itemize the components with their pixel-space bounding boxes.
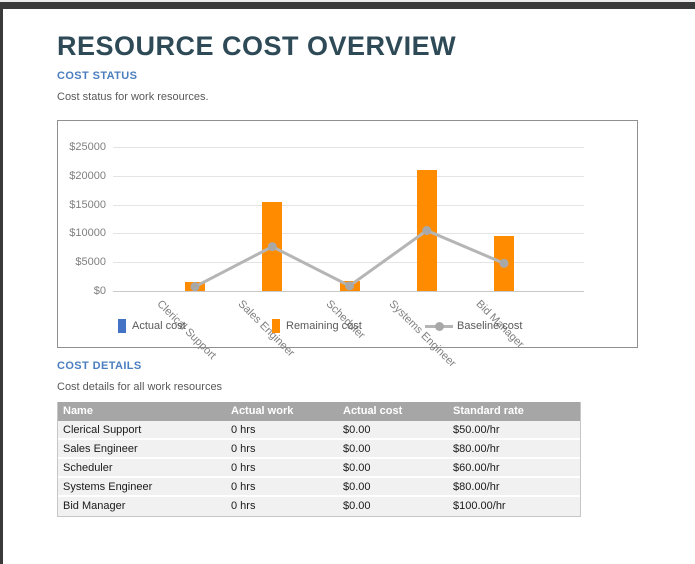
column-header: Actual work xyxy=(226,402,338,421)
cost-details-heading: COST DETAILS xyxy=(57,360,142,372)
baseline-cost-line-swatch-icon xyxy=(425,319,453,333)
table-cell: Scheduler xyxy=(58,459,226,476)
line-marker xyxy=(191,282,200,291)
line-marker xyxy=(422,226,431,235)
line-marker xyxy=(500,259,509,268)
table-cell: $0.00 xyxy=(338,497,448,516)
table-cell: 0 hrs xyxy=(226,478,338,495)
table-cell: Sales Engineer xyxy=(58,440,226,457)
table-cell: $0.00 xyxy=(338,440,448,457)
line-marker xyxy=(268,242,277,251)
table-cell: $60.00/hr xyxy=(448,459,580,476)
table-row: Sales Engineer0 hrs$0.00$80.00/hr xyxy=(58,440,580,459)
table-cell: Bid Manager xyxy=(58,497,226,516)
remaining-cost-swatch-icon xyxy=(272,319,280,333)
cost-details-table[interactable]: NameActual workActual costStandard rateC… xyxy=(57,402,581,517)
actual-cost-swatch-icon xyxy=(118,319,126,333)
chart-plot-area: $0$5000$10000$15000$20000$25000Clerical … xyxy=(58,121,637,347)
table-cell: 0 hrs xyxy=(226,421,338,438)
legend-item-actual-cost: Actual cost xyxy=(118,319,186,333)
table-cell: 0 hrs xyxy=(226,440,338,457)
column-header: Name xyxy=(58,402,226,421)
table-row: Systems Engineer0 hrs$0.00$80.00/hr xyxy=(58,478,580,497)
cost-details-description: Cost details for all work resources xyxy=(57,381,222,393)
table-cell: Clerical Support xyxy=(58,421,226,438)
table-cell: $100.00/hr xyxy=(448,497,580,516)
table-cell: $50.00/hr xyxy=(448,421,580,438)
cost-status-description: Cost status for work resources. xyxy=(57,91,209,103)
window-top-border xyxy=(0,2,695,9)
table-row: Scheduler0 hrs$0.00$60.00/hr xyxy=(58,459,580,478)
table-row: Clerical Support0 hrs$0.00$50.00/hr xyxy=(58,421,580,440)
table-header-row: NameActual workActual costStandard rate xyxy=(58,402,580,421)
cost-status-heading: COST STATUS xyxy=(57,70,137,82)
legend-label: Actual cost xyxy=(132,320,186,332)
cost-status-chart[interactable]: $0$5000$10000$15000$20000$25000Clerical … xyxy=(57,120,638,348)
table-cell: $0.00 xyxy=(338,478,448,495)
table-cell: $0.00 xyxy=(338,421,448,438)
legend-item-baseline-cost: Baseline cost xyxy=(425,319,522,333)
legend-label: Remaining cost xyxy=(286,320,362,332)
table-cell: $0.00 xyxy=(338,459,448,476)
legend-item-remaining-cost: Remaining cost xyxy=(272,319,362,333)
legend-label: Baseline cost xyxy=(457,320,522,332)
column-header: Actual cost xyxy=(338,402,448,421)
table-cell: $80.00/hr xyxy=(448,478,580,495)
page-title: RESOURCE COST OVERVIEW xyxy=(57,31,456,62)
table-cell: $80.00/hr xyxy=(448,440,580,457)
table-cell: 0 hrs xyxy=(226,459,338,476)
line-marker xyxy=(345,281,354,290)
table-row: Bid Manager0 hrs$0.00$100.00/hr xyxy=(58,497,580,516)
window-left-border xyxy=(0,2,3,564)
table-cell: Systems Engineer xyxy=(58,478,226,495)
column-header: Standard rate xyxy=(448,402,580,421)
table-cell: 0 hrs xyxy=(226,497,338,516)
